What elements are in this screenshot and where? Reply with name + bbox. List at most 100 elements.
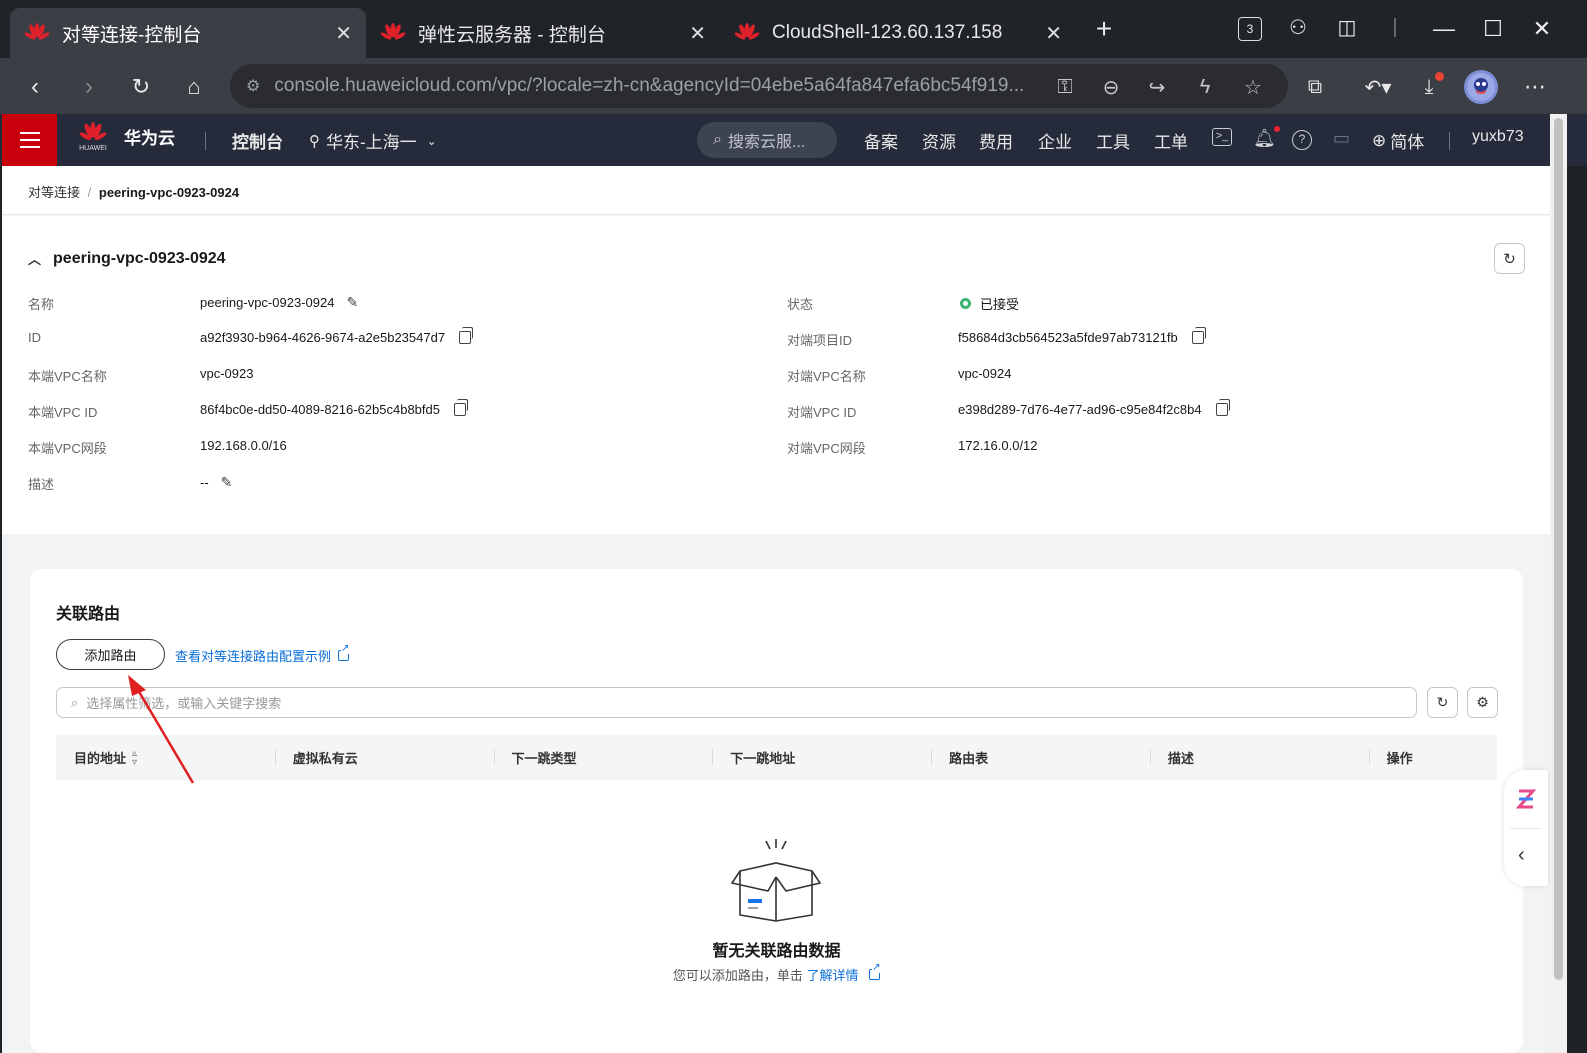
huawei-logo-icon <box>380 23 406 40</box>
external-link-icon <box>338 644 350 661</box>
column-next-hop-type: 下一跳类型 <box>493 748 713 767</box>
help-icon[interactable]: ? <box>1292 130 1312 150</box>
peer-vpc-id: e398d289-7d76-4e77-ad96-c95e84f2c8b4 <box>958 402 1202 417</box>
copy-peer-vpc-id-icon[interactable] <box>1215 399 1230 416</box>
search-icon: ⌕ <box>713 131 722 148</box>
peering-id: a92f3930-b964-4626-9674-a2e5b23547d7 <box>200 330 446 345</box>
field-label-local-vpc-cidr: 本端VPC网段 <box>28 441 107 456</box>
column-destination[interactable]: 目的地址 ▵ ▿ <box>56 748 275 767</box>
collapse-left-icon[interactable]: ‹ <box>1518 844 1525 867</box>
field-label-id: ID <box>28 330 41 345</box>
site-info-icon[interactable]: ⚙ <box>246 76 260 96</box>
column-label: 下一跳地址 <box>730 751 796 766</box>
nav-resources[interactable]: 资源 <box>922 128 956 153</box>
tab-title: 对等连接-控制台 <box>62 24 202 46</box>
copy-id-icon[interactable] <box>459 327 474 344</box>
home-icon[interactable]: ⌂ <box>177 70 211 104</box>
field-label-description: 描述 <box>28 477 55 492</box>
scrollbar-thumb[interactable] <box>1554 118 1563 980</box>
nav-beian[interactable]: 备案 <box>864 128 898 153</box>
history-back-icon[interactable]: ↶▾ <box>1356 70 1400 104</box>
edit-description-icon[interactable]: ✎ <box>221 474 233 491</box>
back-icon[interactable]: ‹ <box>18 70 52 104</box>
share-icon[interactable]: ↪ <box>1144 74 1170 100</box>
ai-assistant-icon[interactable] <box>1516 788 1536 810</box>
reload-icon[interactable]: ↻ <box>124 70 158 104</box>
field-label-local-vpc-name: 本端VPC名称 <box>28 369 107 384</box>
favorite-star-icon[interactable]: ☆ <box>1240 74 1266 100</box>
routes-settings-button[interactable]: ⚙ <box>1467 687 1498 718</box>
window-close-button[interactable]: ✕ <box>1522 10 1562 48</box>
nav-enterprise[interactable]: 企业 <box>1038 128 1072 153</box>
add-route-button[interactable]: 添加路由 <box>56 639 165 670</box>
routes-refresh-button[interactable]: ↻ <box>1427 687 1458 718</box>
column-vpc: 虚拟私有云 <box>274 748 494 767</box>
route-example-link[interactable]: 查看对等连接路由配置示例 <box>175 644 350 665</box>
close-icon[interactable]: ✕ <box>1045 21 1062 46</box>
peer-vpc-name: vpc-0924 <box>958 366 1012 381</box>
profile-avatar[interactable] <box>1464 70 1498 104</box>
console-search-input[interactable]: ⌕ 搜索云服... <box>697 122 837 158</box>
gear-icon: ⚙ <box>1476 694 1489 710</box>
page-scrollbar[interactable] <box>1550 114 1567 1053</box>
key-icon[interactable]: ⚿ <box>1052 74 1078 100</box>
header-divider <box>1449 132 1450 150</box>
more-menu-icon[interactable]: ⋯ <box>1518 70 1552 104</box>
notification-bell-icon[interactable]: 🔔︎ <box>1253 126 1280 149</box>
browser-toolbar: ‹ › ↻ ⌂ ⚙ console.huaweicloud.com/vpc/?l… <box>0 58 1587 114</box>
peer-vpc-cidr: 172.16.0.0/12 <box>958 438 1038 453</box>
refresh-icon: ↻ <box>1503 250 1516 268</box>
extensions-icon[interactable]: ◫ <box>1334 14 1360 40</box>
tab-cloudshell[interactable]: CloudShell-123.60.137.158 ✕ <box>720 8 1076 58</box>
floating-side-panel: ‹ <box>1504 770 1548 886</box>
console-link[interactable]: 控制台 <box>232 128 283 153</box>
breadcrumb-separator: / <box>87 185 92 200</box>
maximize-button[interactable]: ☐ <box>1473 10 1513 48</box>
extensions-puzzle-icon[interactable]: ⧉ <box>1298 70 1332 104</box>
feedback-icon[interactable]: ▭ <box>1333 128 1350 149</box>
username[interactable]: yuxb73 <box>1472 128 1524 146</box>
service-menu-button[interactable] <box>2 114 57 166</box>
minimize-button[interactable]: — <box>1424 10 1464 48</box>
local-vpc-cidr: 192.168.0.0/16 <box>200 438 287 453</box>
region-selector[interactable]: ⚲ 华东-上海一 ⌄ <box>309 128 437 153</box>
peering-detail-card: ︿ peering-vpc-0923-0924 ↻ 名称 peering-vpc… <box>2 216 1550 534</box>
nav-tools[interactable]: 工具 <box>1096 128 1130 153</box>
cloudshell-icon[interactable]: >_ <box>1212 128 1232 146</box>
brand-logo[interactable]: HUAWEI 华为云 <box>78 121 175 152</box>
copilot-icon[interactable]: ⚇ <box>1285 14 1311 40</box>
sort-icon[interactable]: ▵ ▿ <box>132 748 137 767</box>
tab-ecs-console[interactable]: 弹性云服务器 - 控制台 ✕ <box>366 8 720 58</box>
new-tab-button[interactable]: + <box>1090 13 1118 44</box>
status-accepted-icon <box>960 298 971 309</box>
column-label: 目的地址 <box>74 751 127 766</box>
address-bar[interactable]: ⚙ console.huaweicloud.com/vpc/?locale=zh… <box>230 64 1288 108</box>
learn-more-link[interactable]: 了解详情 <box>807 968 859 983</box>
tab-peering-console[interactable]: 对等连接-控制台 ✕ <box>10 8 366 58</box>
edit-name-icon[interactable]: ✎ <box>346 294 358 311</box>
copy-peer-project-id-icon[interactable] <box>1191 327 1206 344</box>
window-divider: | <box>1392 15 1398 38</box>
downloads-icon[interactable]: ⤓ <box>1412 70 1446 104</box>
forward-icon[interactable]: › <box>72 70 106 104</box>
field-value-id: a92f3930-b964-4626-9674-a2e5b23547d7 <box>200 327 474 345</box>
language-selector[interactable]: ⊕ 简体 <box>1372 128 1424 153</box>
performance-icon[interactable]: ϟ <box>1192 74 1218 100</box>
close-icon[interactable]: ✕ <box>689 21 706 46</box>
tab-count-badge[interactable]: 3 <box>1238 17 1262 41</box>
chevron-down-icon: ⌄ <box>426 133 437 148</box>
zoom-out-icon[interactable]: ⊖ <box>1098 74 1124 100</box>
field-value-peer-vpc-id: e398d289-7d76-4e77-ad96-c95e84f2c8b4 <box>958 399 1230 417</box>
nav-tickets[interactable]: 工单 <box>1154 128 1188 153</box>
close-icon[interactable]: ✕ <box>335 21 352 46</box>
copy-local-vpc-id-icon[interactable] <box>453 399 468 416</box>
field-label-local-vpc-id: 本端VPC ID <box>28 405 98 420</box>
detail-refresh-button[interactable]: ↻ <box>1494 243 1525 274</box>
breadcrumb-parent-link[interactable]: 对等连接 <box>28 185 80 200</box>
detail-collapse-toggle[interactable]: ︿ peering-vpc-0923-0924 <box>28 249 226 268</box>
nav-billing[interactable]: 费用 <box>979 128 1013 153</box>
huawei-logo-icon <box>734 23 760 40</box>
browser-tab-bar: 对等连接-控制台 ✕ 弹性云服务器 - 控制台 ✕ CloudShell-123… <box>0 0 1587 58</box>
route-filter-input[interactable]: ⌕ 选择属性筛选，或输入关键字搜索 <box>56 687 1417 718</box>
detail-title: peering-vpc-0923-0924 <box>53 249 226 267</box>
